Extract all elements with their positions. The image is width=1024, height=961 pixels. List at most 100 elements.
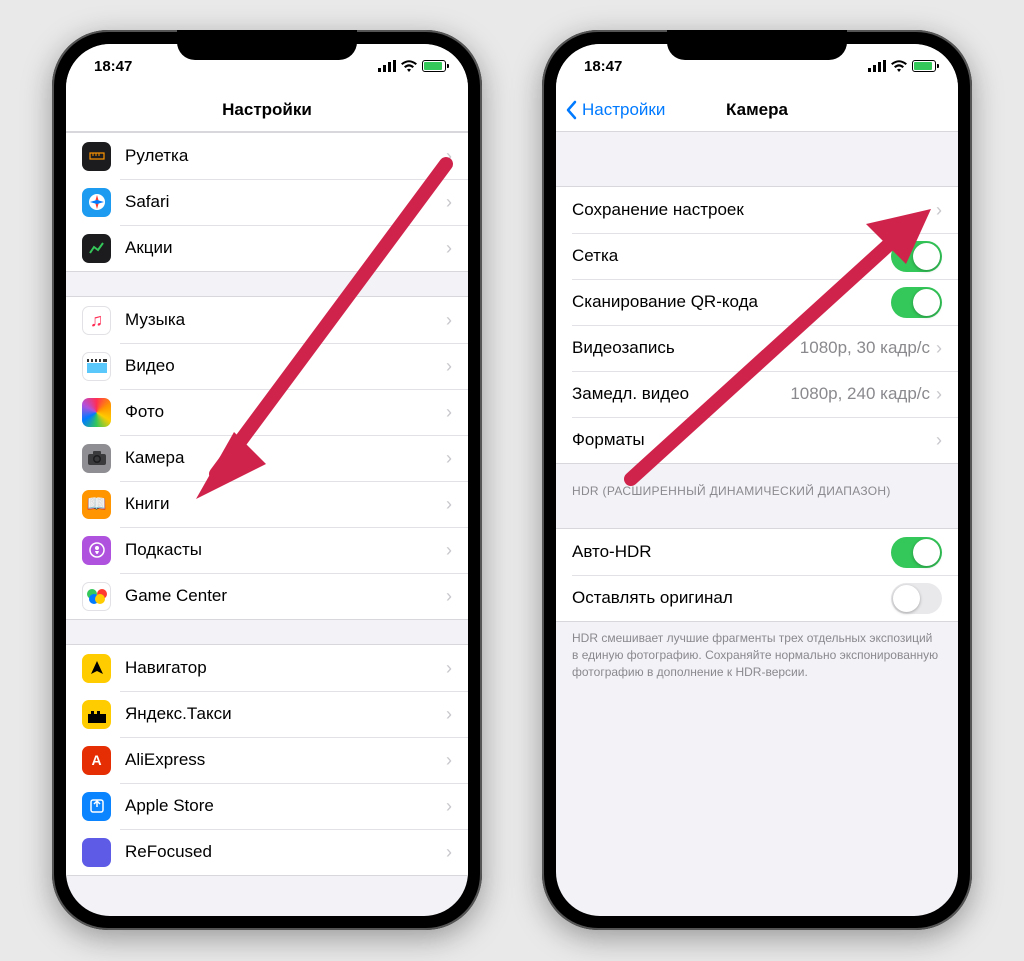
- camera-row[interactable]: Сохранение настроек ›: [556, 187, 958, 233]
- camera-row[interactable]: Сканирование QR-кода: [556, 279, 958, 325]
- settings-row-books[interactable]: 📖Книги›: [66, 481, 468, 527]
- camera-row[interactable]: Сетка: [556, 233, 958, 279]
- row-label: Сетка: [572, 246, 891, 266]
- chevron-right-icon: ›: [446, 586, 452, 607]
- settings-row-stocks[interactable]: Акции›: [66, 225, 468, 271]
- cellular-icon: [868, 60, 886, 72]
- toggle-switch[interactable]: [891, 287, 942, 318]
- camera-row[interactable]: Замедл. видео1080p, 240 кадр/с ›: [556, 371, 958, 417]
- hdr-group: Авто-HDR Оставлять оригинал: [556, 528, 958, 622]
- stocks-icon: [82, 234, 111, 263]
- status-time: 18:47: [94, 58, 132, 75]
- page-title: Камера: [726, 100, 788, 120]
- chevron-right-icon: ›: [446, 658, 452, 679]
- phone-left: 18:47 Настройки Рулетка›Safari›Акции›♫Му…: [52, 30, 482, 930]
- yandextaxi-icon: [82, 700, 111, 729]
- settings-row-gamecenter[interactable]: Game Center ›: [66, 573, 468, 619]
- row-label: Сканирование QR-кода: [572, 292, 891, 312]
- row-label: AliExpress: [125, 750, 440, 770]
- status-time: 18:47: [584, 58, 622, 75]
- settings-row-ruler[interactable]: Рулетка›: [66, 133, 468, 179]
- row-label: Замедл. видео: [572, 384, 790, 404]
- row-label: Оставлять оригинал: [572, 588, 891, 608]
- row-label: Навигатор: [125, 658, 440, 678]
- back-button[interactable]: Настройки: [564, 100, 665, 120]
- gamecenter-icon: [82, 582, 111, 611]
- row-label: Книги: [125, 494, 440, 514]
- settings-row-appstore[interactable]: Apple Store›: [66, 783, 468, 829]
- row-detail: 1080p, 240 кадр/с: [790, 384, 930, 404]
- back-label: Настройки: [582, 100, 665, 120]
- cellular-icon: [378, 60, 396, 72]
- chevron-right-icon: ›: [446, 540, 452, 561]
- chevron-right-icon: ›: [446, 842, 452, 863]
- navigator-icon: [82, 654, 111, 683]
- camera-icon: [82, 444, 111, 473]
- settings-row-photos[interactable]: Фото ›: [66, 389, 468, 435]
- settings-row-camera[interactable]: Камера ›: [66, 435, 468, 481]
- nav-bar: Настройки: [66, 88, 468, 132]
- row-label: Рулетка: [125, 146, 440, 166]
- battery-icon: [912, 60, 936, 72]
- camera-row[interactable]: Видеозапись1080p, 30 кадр/с ›: [556, 325, 958, 371]
- ruler-icon: [82, 142, 111, 171]
- row-label: Видеозапись: [572, 338, 800, 358]
- settings-row-safari[interactable]: Safari›: [66, 179, 468, 225]
- row-label: Форматы: [572, 430, 930, 450]
- row-label: Фото: [125, 402, 440, 422]
- screen-left: 18:47 Настройки Рулетка›Safari›Акции›♫Му…: [66, 44, 468, 916]
- row-label: Game Center: [125, 586, 440, 606]
- row-label: Сохранение настроек: [572, 200, 930, 220]
- settings-row-navigator[interactable]: Навигатор ›: [66, 645, 468, 691]
- status-icons: [868, 60, 936, 72]
- camera-row[interactable]: Оставлять оригинал: [556, 575, 958, 621]
- chevron-right-icon: ›: [446, 310, 452, 331]
- phone-right: 18:47 Настройки Камера Сохранение настро…: [542, 30, 972, 930]
- settings-row-video[interactable]: Видео ›: [66, 343, 468, 389]
- camera-row[interactable]: Форматы ›: [556, 417, 958, 463]
- chevron-right-icon: ›: [446, 704, 452, 725]
- settings-row-podcasts[interactable]: Подкасты ›: [66, 527, 468, 573]
- row-label: Яндекс.Такси: [125, 704, 440, 724]
- chevron-right-icon: ›: [446, 494, 452, 515]
- chevron-right-icon: ›: [936, 384, 942, 405]
- section-header: HDR (РАСШИРЕННЫЙ ДИНАМИЧЕСКИЙ ДИАПАЗОН): [556, 464, 958, 504]
- row-label: Видео: [125, 356, 440, 376]
- camera-settings-group: Сохранение настроек › Сетка Сканирование QR…: [556, 186, 958, 464]
- settings-group: ♫Музыка›Видео›Фото›Камера›📖Книги›Подкаст…: [66, 296, 468, 620]
- settings-group: Навигатор › Яндекс.Такси › AAliExpress›Apple…: [66, 644, 468, 876]
- wifi-icon: [891, 60, 907, 72]
- notch: [667, 30, 847, 60]
- row-label: Подкасты: [125, 540, 440, 560]
- settings-row-aliexpress[interactable]: AAliExpress›: [66, 737, 468, 783]
- row-label: ReFocused: [125, 842, 440, 862]
- row-label: Акции: [125, 238, 440, 258]
- chevron-right-icon: ›: [446, 796, 452, 817]
- chevron-right-icon: ›: [936, 430, 942, 451]
- row-label: Камера: [125, 448, 440, 468]
- settings-row-music[interactable]: ♫Музыка›: [66, 297, 468, 343]
- chevron-right-icon: ›: [446, 448, 452, 469]
- row-label: Музыка: [125, 310, 440, 330]
- settings-row-yandextaxi[interactable]: Яндекс.Такси ›: [66, 691, 468, 737]
- row-label: Авто-HDR: [572, 542, 891, 562]
- safari-icon: [82, 188, 111, 217]
- wifi-icon: [401, 60, 417, 72]
- status-icons: [378, 60, 446, 72]
- chevron-right-icon: ›: [936, 200, 942, 221]
- chevron-right-icon: ›: [446, 402, 452, 423]
- toggle-switch[interactable]: [891, 583, 942, 614]
- camera-row[interactable]: Авто-HDR: [556, 529, 958, 575]
- settings-row-refocused[interactable]: ReFocused ›: [66, 829, 468, 875]
- chevron-right-icon: ›: [446, 356, 452, 377]
- chevron-right-icon: ›: [936, 338, 942, 359]
- refocused-icon: [82, 838, 111, 867]
- podcasts-icon: [82, 536, 111, 565]
- settings-list: Рулетка›Safari›Акции›♫Музыка›Видео›Фото›…: [66, 132, 468, 876]
- toggle-switch[interactable]: [891, 537, 942, 568]
- row-detail: 1080p, 30 кадр/с: [800, 338, 930, 358]
- photos-icon: [82, 398, 111, 427]
- notch: [177, 30, 357, 60]
- toggle-switch[interactable]: [891, 241, 942, 272]
- video-icon: [82, 352, 111, 381]
